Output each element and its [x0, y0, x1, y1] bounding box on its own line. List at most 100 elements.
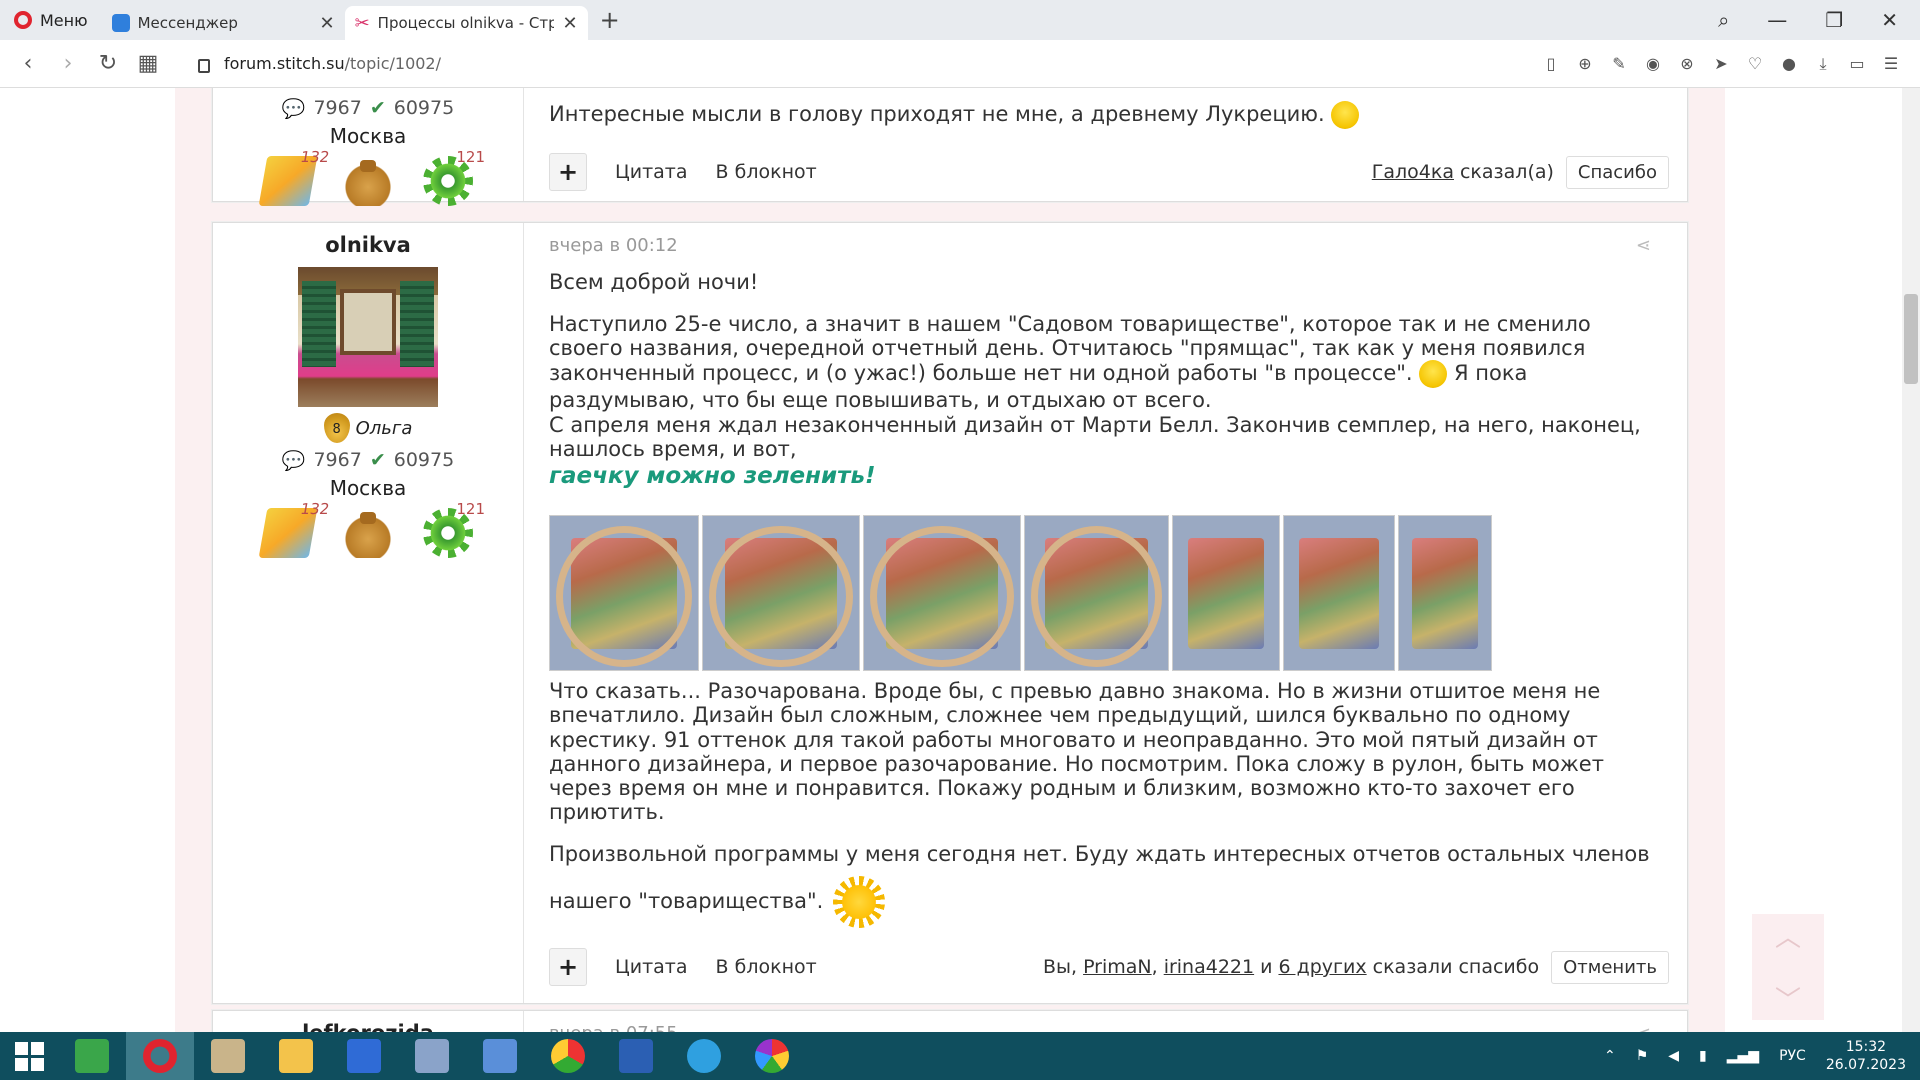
avatar[interactable]	[298, 267, 438, 407]
book-award-icon[interactable]: 132	[258, 500, 331, 558]
comments-icon: 💬	[281, 450, 306, 472]
thanked-others-link[interactable]: 6 других	[1278, 956, 1366, 978]
post-author-panel: olnikva 8 Ольга 💬 7967 ✔ 60975 Москва 132 …	[213, 223, 524, 1003]
award-count: 121	[456, 500, 485, 518]
post-time[interactable]: вчера в 07:55	[549, 1023, 1669, 1032]
award-count: 132	[299, 148, 331, 166]
gear-award-icon[interactable]: 121	[423, 500, 485, 558]
profile-icon[interactable]: ●	[1780, 54, 1798, 74]
taskbar-opera[interactable]	[126, 1032, 194, 1080]
plus-button[interactable]: +	[549, 153, 587, 191]
picasa-icon	[755, 1039, 789, 1073]
photo-thumbnail[interactable]	[702, 515, 860, 672]
tab-processes[interactable]: ✂ Процессы olnikva - Страни ✕	[344, 6, 588, 40]
money-bag-award-icon[interactable]	[343, 156, 393, 206]
photo-thumbnail[interactable]	[1283, 515, 1395, 672]
close-tab-icon[interactable]: ✕	[562, 13, 577, 34]
scroll-down-icon[interactable]: ﹀	[1775, 980, 1801, 1017]
photo-gallery	[549, 515, 1669, 672]
signal-icon[interactable]: ▂▄▆	[1727, 1048, 1759, 1064]
taskbar-app[interactable]	[194, 1032, 262, 1080]
post-count: 7967	[313, 97, 362, 119]
post-text-span: нашего "товарищества".	[549, 889, 824, 914]
post-text-cut: Интересные мысли в голову приходят не мн…	[549, 101, 1669, 129]
opera-menu-button[interactable]: Меню	[0, 0, 102, 40]
post-actions: + Цитата В блокнот Гало4ка сказал(а) Спа…	[549, 153, 1669, 191]
photo-thumbnail[interactable]	[863, 515, 1021, 672]
back-icon[interactable]: ‹	[8, 51, 48, 76]
rank-name: Ольга	[355, 417, 413, 439]
money-bag-award-icon[interactable]	[343, 508, 393, 558]
search-tabs-icon[interactable]: ⌕	[1718, 8, 1729, 32]
taskbar-store[interactable]	[58, 1032, 126, 1080]
photo-thumbnail[interactable]	[1024, 515, 1169, 672]
battery-icon[interactable]: ▭	[1848, 54, 1866, 74]
taskbar-app[interactable]	[330, 1032, 398, 1080]
post-text: Всем доброй ночи! Наступило 25-е число, …	[549, 270, 1669, 489]
internet-explorer-icon	[687, 1039, 721, 1073]
book-award-icon[interactable]: 132	[258, 148, 331, 206]
notebook-link[interactable]: В блокнот	[716, 161, 817, 183]
taskbar-explorer[interactable]	[262, 1032, 330, 1080]
photo-thumbnail[interactable]	[1398, 515, 1492, 672]
taskbar-app[interactable]	[466, 1032, 534, 1080]
notebook-link[interactable]: В блокнот	[716, 956, 817, 978]
download-icon[interactable]: ⤓	[1814, 54, 1832, 74]
windows-taskbar: ⌃ ⚑ ◀ ▮ ▂▄▆ РУС 15:32 26.07.2023	[0, 1032, 1920, 1080]
zoom-icon[interactable]: ⊕	[1576, 54, 1594, 74]
flag-icon[interactable]: ⚑	[1636, 1048, 1649, 1064]
cancel-thanks-button[interactable]: Отменить	[1551, 950, 1669, 984]
taskbar-picasa[interactable]	[738, 1032, 806, 1080]
taskbar-chrome[interactable]	[534, 1032, 602, 1080]
gear-award-icon[interactable]: 121	[423, 148, 485, 206]
post-time[interactable]: вчера в 00:12	[549, 235, 1669, 256]
minimize-icon[interactable]: —	[1767, 8, 1787, 32]
url-field[interactable]: forum.stitch.su/topic/1002/	[198, 54, 441, 73]
new-tab-icon[interactable]: +	[588, 6, 632, 34]
plus-button[interactable]: +	[549, 948, 587, 986]
share-icon[interactable]: ⋖	[1636, 1023, 1651, 1032]
author-city: Москва	[329, 124, 407, 148]
battery-tray-icon[interactable]: ▮	[1699, 1048, 1707, 1064]
heart-icon[interactable]: ♡	[1746, 54, 1764, 74]
photo-thumbnail[interactable]	[549, 515, 699, 672]
smile-emoji-icon	[1331, 101, 1360, 129]
post-paragraph: Произвольной программы у меня сегодня не…	[549, 842, 1650, 867]
settings-icon[interactable]: ☰	[1882, 54, 1900, 74]
window-controls: ⌕ — ❐ ✕	[1718, 8, 1920, 32]
tab-messenger[interactable]: Мессенджер ✕	[102, 6, 345, 40]
tab-title: Процессы olnikva - Страни	[377, 14, 555, 32]
reload-icon[interactable]: ↻	[88, 51, 128, 76]
author-username[interactable]: olnikva	[213, 233, 523, 257]
send-icon[interactable]: ➤	[1712, 54, 1730, 74]
photo-thumbnail[interactable]	[1172, 515, 1280, 672]
thanked-user-link[interactable]: Гало4ка	[1372, 161, 1454, 183]
quote-link[interactable]: Цитата	[615, 956, 688, 978]
snapshot-icon[interactable]: ◉	[1644, 54, 1662, 74]
reader-icon[interactable]: ▯	[1542, 54, 1560, 74]
adblock-icon[interactable]: ⊗	[1678, 54, 1696, 74]
scrollbar[interactable]	[1902, 88, 1920, 1032]
scroll-up-icon[interactable]: ︿	[1775, 917, 1801, 954]
start-button[interactable]	[0, 1032, 58, 1080]
scrollbar-thumb[interactable]	[1904, 294, 1918, 384]
share-icon[interactable]: ⋖	[1636, 235, 1651, 256]
clock[interactable]: 15:32 26.07.2023	[1826, 1038, 1906, 1074]
taskbar-word[interactable]	[602, 1032, 670, 1080]
tabs-grid-icon[interactable]: ▦	[128, 51, 168, 76]
author-username[interactable]: lefkorozida	[213, 1021, 523, 1032]
thanked-user-link[interactable]: irina4221	[1164, 956, 1254, 978]
edit-icon[interactable]: ✎	[1610, 54, 1628, 74]
forward-icon[interactable]: ›	[48, 51, 88, 76]
close-tab-icon[interactable]: ✕	[319, 13, 334, 34]
restore-icon[interactable]: ❐	[1825, 8, 1843, 32]
close-window-icon[interactable]: ✕	[1881, 8, 1898, 32]
thanked-user-link[interactable]: PrimaN	[1083, 956, 1152, 978]
taskbar-ie[interactable]	[670, 1032, 738, 1080]
tray-expand-icon[interactable]: ⌃	[1604, 1048, 1616, 1064]
taskbar-app[interactable]	[398, 1032, 466, 1080]
volume-icon[interactable]: ◀	[1668, 1048, 1679, 1064]
language-indicator[interactable]: РУС	[1779, 1048, 1806, 1064]
thanks-button[interactable]: Спасибо	[1565, 155, 1669, 189]
quote-link[interactable]: Цитата	[615, 161, 688, 183]
